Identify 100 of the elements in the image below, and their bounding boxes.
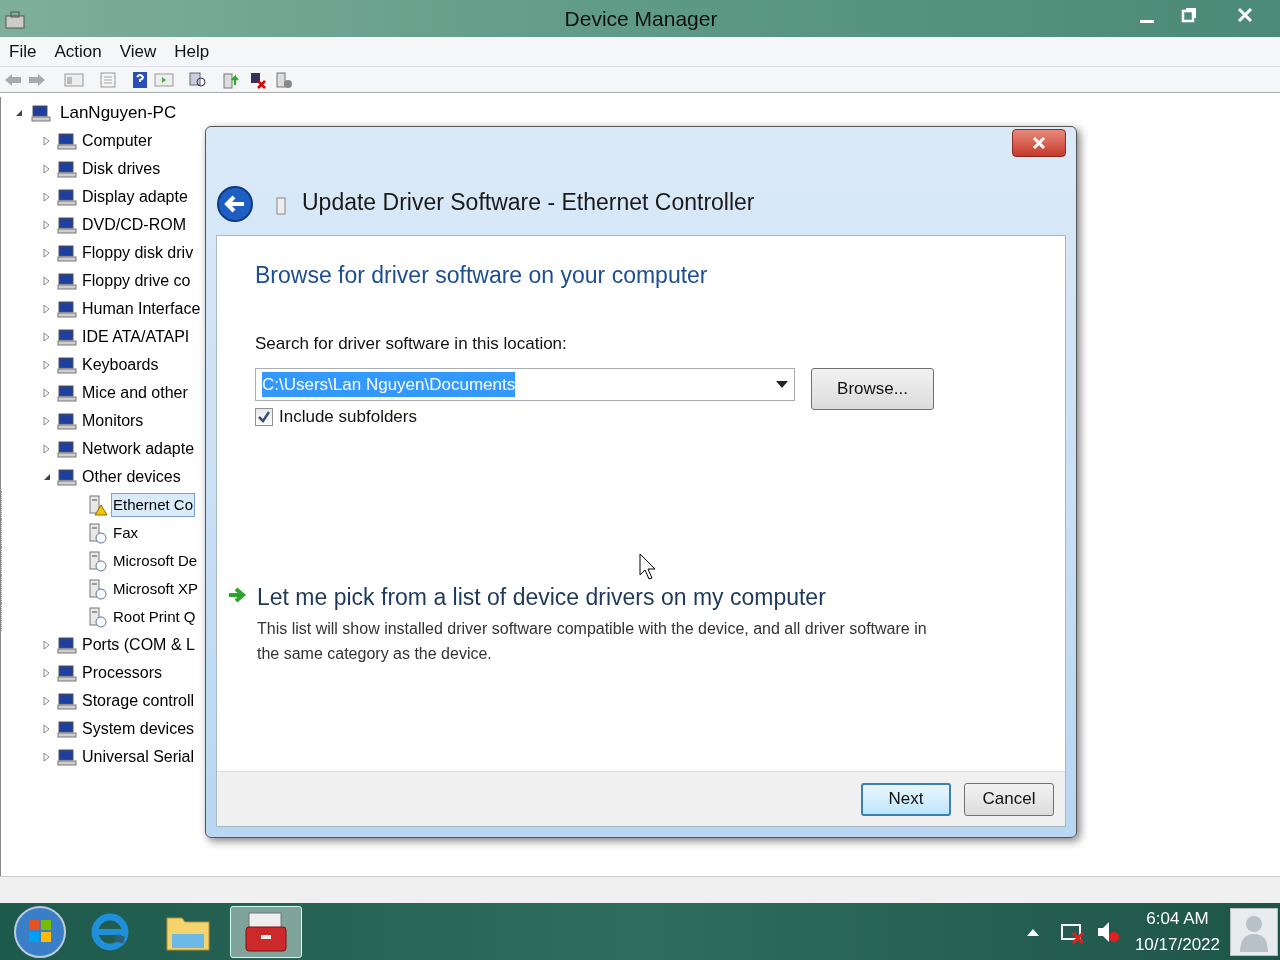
forward-arrow-icon[interactable] bbox=[28, 71, 46, 88]
tree-item[interactable]: Floppy drive co bbox=[82, 269, 191, 293]
tree-item[interactable]: Human Interface bbox=[82, 297, 201, 321]
taskbar-app[interactable] bbox=[230, 905, 302, 958]
expand-arrow-icon[interactable] bbox=[42, 444, 52, 454]
dialog-close-button[interactable] bbox=[1012, 129, 1066, 157]
help-icon[interactable] bbox=[132, 70, 148, 89]
tree-item[interactable]: Fax bbox=[111, 520, 140, 546]
close-icon bbox=[1032, 136, 1046, 150]
tree-item[interactable]: Processors bbox=[82, 661, 163, 685]
show-desktop-button[interactable] bbox=[1230, 907, 1278, 956]
expand-arrow-icon[interactable] bbox=[42, 276, 52, 286]
start-button[interactable] bbox=[12, 903, 68, 960]
collapse-arrow-icon[interactable] bbox=[42, 472, 52, 482]
tree-item[interactable]: Display adapte bbox=[82, 185, 188, 209]
menu-item[interactable]: View bbox=[110, 38, 166, 65]
tree-item[interactable]: Monitors bbox=[82, 409, 144, 433]
restore-icon bbox=[1181, 7, 1197, 23]
dropdown-arrow-icon[interactable] bbox=[776, 380, 788, 389]
device-icon bbox=[56, 130, 78, 152]
device-icon bbox=[56, 242, 78, 264]
tree-item[interactable]: Ports (COM & L bbox=[82, 633, 195, 657]
tree-item[interactable]: Floppy disk driv bbox=[82, 241, 194, 265]
tree-item[interactable]: Storage controll bbox=[82, 689, 195, 713]
window-title: Device Manager bbox=[564, 5, 718, 32]
device-icon bbox=[56, 690, 78, 712]
console-tree-icon[interactable] bbox=[64, 71, 84, 88]
expand-arrow-icon[interactable] bbox=[42, 192, 52, 202]
tree-item[interactable]: IDE ATA/ATAPI bbox=[82, 325, 190, 349]
dialog-button[interactable]: Cancel bbox=[964, 782, 1054, 816]
arrow-icon bbox=[227, 585, 247, 604]
tree-item[interactable]: Keyboards bbox=[82, 353, 159, 377]
clock[interactable]: 6:04 AM 10/17/2022 bbox=[1134, 905, 1220, 958]
expand-arrow-icon[interactable] bbox=[42, 220, 52, 230]
action-pane-icon[interactable] bbox=[154, 71, 174, 88]
expand-arrow-icon[interactable] bbox=[42, 360, 52, 370]
tree-item[interactable]: Mice and other bbox=[82, 381, 188, 405]
checkbox[interactable] bbox=[255, 407, 273, 426]
minimize-icon bbox=[1140, 19, 1154, 23]
expand-arrow-icon[interactable] bbox=[42, 640, 52, 650]
tree-item[interactable]: Microsoft XP bbox=[111, 576, 201, 602]
location-label: Search for driver software in this location: bbox=[255, 332, 568, 355]
menu-item[interactable]: File bbox=[0, 38, 46, 65]
tree-item[interactable]: Other devices bbox=[82, 465, 181, 489]
back-arrow-icon[interactable] bbox=[4, 71, 22, 88]
expand-arrow-icon[interactable] bbox=[42, 388, 52, 398]
tree-item[interactable]: Disk drives bbox=[82, 157, 161, 181]
device-icon bbox=[56, 438, 78, 460]
checkbox-label: Include subfolders bbox=[279, 406, 417, 428]
pick-driver-description: This list will show installed driver software compatible with the device, and all driver software in the same category as the device. bbox=[257, 619, 928, 664]
show-hidden-icons-icon[interactable] bbox=[1026, 927, 1039, 936]
dialog-button[interactable]: Next bbox=[861, 782, 951, 816]
device-icon bbox=[30, 102, 52, 124]
back-button[interactable] bbox=[216, 185, 254, 223]
clock-date: 10/17/2022 bbox=[1134, 933, 1220, 956]
expand-arrow-icon[interactable] bbox=[42, 248, 52, 258]
expand-arrow-icon[interactable] bbox=[42, 164, 52, 174]
expand-arrow-icon[interactable] bbox=[42, 416, 52, 426]
browse-button[interactable]: Browse... bbox=[811, 368, 934, 410]
collapse-arrow-icon[interactable] bbox=[14, 108, 24, 118]
device-icon bbox=[56, 410, 78, 432]
pick-driver-link[interactable]: Let me pick from a list of device drivers on my computer bbox=[257, 579, 937, 614]
tree-item[interactable]: Microsoft De bbox=[111, 548, 200, 574]
clock-time: 6:04 AM bbox=[1146, 907, 1209, 930]
expand-arrow-icon[interactable] bbox=[42, 304, 52, 314]
tree-item[interactable]: System devices bbox=[82, 717, 195, 741]
tree-item[interactable]: Universal Serial bbox=[82, 745, 195, 769]
disable-device-icon[interactable] bbox=[274, 70, 294, 89]
menu-item[interactable]: Help bbox=[165, 38, 219, 65]
check-icon bbox=[258, 410, 270, 423]
device-icon bbox=[56, 298, 78, 320]
expand-arrow-icon[interactable] bbox=[42, 136, 52, 146]
expand-arrow-icon[interactable] bbox=[42, 752, 52, 762]
tree-item[interactable]: Ethernet Co bbox=[111, 492, 196, 518]
uninstall-icon[interactable] bbox=[248, 70, 268, 89]
tree-item[interactable]: Root Print Q bbox=[111, 604, 198, 630]
device-icon bbox=[56, 354, 78, 376]
device-icon bbox=[56, 382, 78, 404]
tree-item[interactable]: Network adapte bbox=[82, 437, 195, 461]
tree-item[interactable]: Computer bbox=[82, 129, 153, 153]
tree-item[interactable]: LanNguyen-PC bbox=[58, 100, 177, 126]
expand-arrow-icon[interactable] bbox=[42, 724, 52, 734]
device-icon bbox=[56, 214, 78, 236]
toolbox-icon bbox=[243, 910, 289, 953]
expand-arrow-icon[interactable] bbox=[42, 332, 52, 342]
device-icon bbox=[56, 158, 78, 180]
device-icon bbox=[56, 326, 78, 348]
device-icon bbox=[56, 634, 78, 656]
device-icon bbox=[56, 718, 78, 740]
properties-icon[interactable] bbox=[98, 71, 118, 88]
device-icon bbox=[56, 466, 78, 488]
scan-icon[interactable] bbox=[188, 70, 208, 89]
expand-arrow-icon[interactable] bbox=[42, 668, 52, 678]
device-icon bbox=[56, 746, 78, 768]
menu-item[interactable]: Action bbox=[45, 38, 111, 65]
expand-arrow-icon[interactable] bbox=[42, 696, 52, 706]
dialog-title: Update Driver Software - Ethernet Controller bbox=[302, 187, 755, 217]
tree-item[interactable]: DVD/CD-ROM bbox=[82, 213, 186, 237]
location-value: C:\Users\Lan Nguyen\Documents bbox=[262, 371, 516, 398]
device-icon bbox=[56, 186, 78, 208]
